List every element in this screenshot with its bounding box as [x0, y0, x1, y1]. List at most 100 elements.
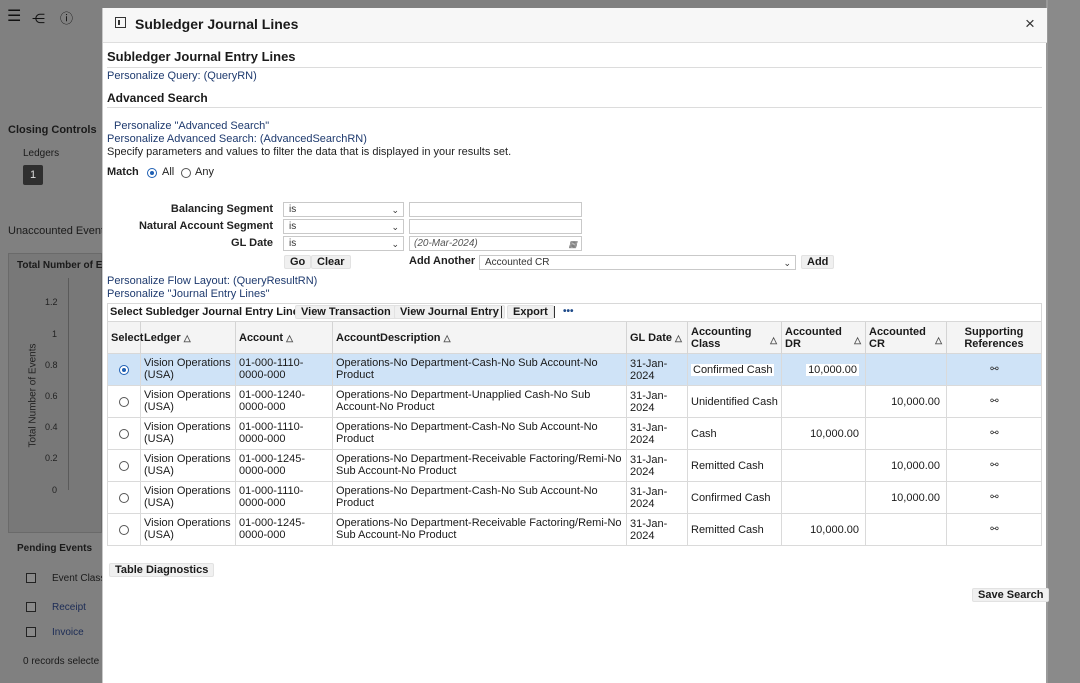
account-value: 01-000-1245-0000-000	[239, 517, 306, 541]
view-references-icon[interactable]: ⚯	[990, 460, 998, 472]
sort-icon[interactable]: △	[444, 333, 451, 343]
cell-account: 01-000-1110-0000-000	[236, 354, 333, 385]
export-button[interactable]: Export	[507, 305, 554, 319]
more-actions-icon[interactable]: •••	[563, 306, 574, 317]
col-account[interactable]: Account △	[236, 322, 333, 355]
row-select-radio[interactable]	[119, 460, 129, 471]
view-references-icon[interactable]: ⚯	[990, 364, 998, 376]
calendar-icon[interactable]: ▦	[568, 238, 577, 251]
personalize-advanced-search-link[interactable]: Personalize "Advanced Search"	[114, 120, 269, 132]
sort-icon[interactable]: △	[935, 334, 942, 346]
sort-icon[interactable]: △	[675, 333, 682, 343]
personalize-query-link[interactable]: Personalize Query: (QueryRN)	[107, 70, 257, 82]
personalize-flow-layout-link[interactable]: Personalize Flow Layout: (QueryResultRN)	[107, 275, 317, 287]
select-all-checkbox[interactable]	[26, 573, 36, 583]
row-checkbox[interactable]	[26, 602, 36, 612]
row-checkbox[interactable]	[26, 627, 36, 637]
cell-ledger: Vision Operations (USA)	[141, 514, 236, 545]
ledger-count-badge[interactable]: 1	[23, 165, 43, 185]
table-row[interactable]: Vision Operations (USA) 01-000-1245-0000-…	[107, 450, 1042, 482]
operator-value: is	[289, 238, 297, 249]
clear-button[interactable]: Clear	[311, 255, 351, 269]
pending-event-receipt-link[interactable]: Receipt	[52, 602, 86, 613]
pending-events-heading: Pending Events	[17, 543, 93, 554]
add-button[interactable]: Add	[801, 255, 835, 269]
ledger-value: Vision Operations (USA)	[144, 357, 231, 381]
gl-date-value-input[interactable]: (20-Mar-2024) ▦	[409, 236, 582, 251]
sort-icon[interactable]: △	[184, 333, 191, 343]
cell-account: 01-000-1240-0000-000	[236, 386, 333, 417]
row-select-radio[interactable]	[119, 428, 129, 439]
balancing-segment-operator-select[interactable]: is ⌄	[283, 202, 404, 217]
select-line-label: Select Subledger Journal Entry Line:	[110, 306, 303, 318]
view-references-icon[interactable]: ⚯	[990, 396, 998, 408]
sort-icon[interactable]: △	[286, 333, 293, 343]
col-account-description[interactable]: AccountDescription △	[333, 322, 627, 355]
sort-icon[interactable]: △	[770, 334, 777, 346]
add-another-label: Add Another	[409, 255, 476, 267]
table-row[interactable]: Vision Operations (USA) 01-000-1110-0000-…	[107, 354, 1042, 386]
cell-class: Confirmed Cash	[688, 482, 782, 513]
supporting-references-cell: ⚯	[947, 386, 1041, 417]
personalize-journal-entry-lines-link[interactable]: Personalize "Journal Entry Lines"	[107, 288, 270, 300]
table-diagnostics-button[interactable]: Table Diagnostics	[109, 563, 215, 577]
col-ledger[interactable]: Ledger △	[141, 322, 236, 355]
col-supporting-references: Supporting References	[964, 326, 1024, 350]
cell-cr	[866, 514, 947, 545]
chevron-down-icon: ⌄	[783, 258, 791, 268]
y-tick: 1	[52, 329, 58, 339]
row-select-radio[interactable]	[119, 396, 129, 407]
cell-cr: 10,000.00	[866, 450, 947, 481]
gl-date-value: 31-Jan-2024	[630, 389, 668, 414]
cell-class: Confirmed Cash	[688, 354, 782, 385]
cell-gl-date: 31-Jan-2024	[627, 418, 688, 449]
select-cell	[108, 418, 141, 449]
match-label: Match	[107, 166, 139, 178]
view-references-icon[interactable]: ⚯	[990, 492, 998, 504]
table-row[interactable]: Vision Operations (USA) 01-000-1110-0000-…	[107, 482, 1042, 514]
gl-date-operator-select[interactable]: is ⌄	[283, 236, 404, 251]
view-references-icon[interactable]: ⚯	[990, 524, 998, 536]
col-account-description-label: AccountDescription	[336, 332, 441, 344]
col-gl-date[interactable]: GL Date △	[627, 322, 688, 355]
save-search-button[interactable]: Save Search	[972, 588, 1050, 602]
account-value: 01-000-1240-0000-000	[239, 389, 306, 413]
row-select-radio[interactable]	[119, 492, 129, 503]
row-select-radio[interactable]	[119, 524, 129, 535]
gl-date-value: 31-Jan-2024	[630, 517, 668, 542]
view-transaction-button[interactable]: View Transaction	[295, 305, 397, 319]
natural-account-operator-select[interactable]: is ⌄	[283, 219, 404, 234]
col-accounted-cr[interactable]: Accounted CR △	[866, 322, 947, 355]
view-references-icon[interactable]: ⚯	[990, 428, 998, 440]
table-row[interactable]: Vision Operations (USA) 01-000-1110-0000-…	[107, 418, 1042, 450]
col-accounted-dr-label: Accounted DR	[785, 326, 842, 350]
col-accounted-dr[interactable]: Accounted DR △	[782, 322, 866, 355]
close-icon[interactable]: ×	[1025, 15, 1035, 32]
add-another-select[interactable]: Accounted CR ⌄	[479, 255, 796, 270]
supporting-references-cell: ⚯	[947, 418, 1041, 449]
pending-event-invoice-link[interactable]: Invoice	[52, 627, 84, 638]
go-button[interactable]: Go	[284, 255, 312, 269]
hamburger-menu-icon[interactable]: ☰	[7, 9, 21, 25]
view-journal-entry-button[interactable]: View Journal Entry	[394, 305, 505, 319]
operator-value: is	[289, 221, 297, 232]
info-icon[interactable]: ⓘ	[60, 11, 73, 27]
ledgers-label: Ledgers	[23, 148, 60, 159]
cell-cr: 10,000.00	[866, 482, 947, 513]
match-all-radio[interactable]	[147, 168, 157, 178]
personalize-advanced-search-rn-link[interactable]: Personalize Advanced Search: (AdvancedSe…	[107, 133, 367, 145]
natural-account-value-input[interactable]	[409, 219, 582, 234]
col-accounting-class[interactable]: Accounting Class △	[688, 322, 782, 355]
balancing-segment-value-input[interactable]	[409, 202, 582, 217]
match-any-radio[interactable]	[181, 168, 191, 178]
table-row[interactable]: Vision Operations (USA) 01-000-1245-0000-…	[107, 514, 1042, 546]
desc-value: Operations-No Department-Receivable Fact…	[336, 517, 622, 541]
row-select-radio[interactable]	[119, 364, 129, 375]
share-icon[interactable]: ⋲	[32, 11, 45, 27]
cell-gl-date: 31-Jan-2024	[627, 354, 688, 385]
class-value: Remitted Cash	[691, 459, 764, 472]
account-value: 01-000-1110-0000-000	[239, 421, 304, 445]
sort-icon[interactable]: △	[854, 334, 861, 346]
balancing-segment-label: Balancing Segment	[170, 203, 273, 215]
table-row[interactable]: Vision Operations (USA) 01-000-1240-0000-…	[107, 386, 1042, 418]
